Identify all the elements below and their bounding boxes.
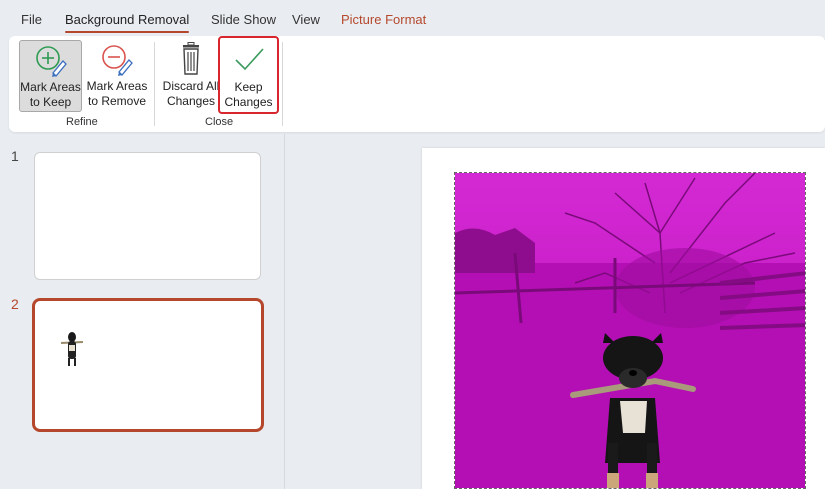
tab-slide-show[interactable]: Slide Show	[211, 12, 276, 27]
mark-keep-label-1: Mark Areas	[20, 80, 81, 94]
mark-areas-to-remove-button[interactable]: Mark Areas to Remove	[85, 40, 149, 112]
group-separator-end	[282, 42, 283, 126]
dog-photo-image	[455, 173, 805, 488]
slide-number-1: 1	[11, 148, 19, 164]
selected-picture[interactable]	[454, 172, 806, 489]
mark-remove-icon	[102, 45, 133, 76]
mark-keep-icon	[35, 46, 67, 77]
keep-label-2: Changes	[224, 95, 273, 109]
slide-thumbnail-1[interactable]	[34, 152, 261, 280]
discard-all-changes-button[interactable]: Discard All Changes	[161, 40, 221, 112]
trash-icon	[183, 42, 199, 75]
tab-view[interactable]: View	[292, 12, 320, 27]
checkmark-icon	[234, 48, 264, 71]
dog-thumbnail-image	[61, 332, 83, 366]
mark-keep-label-2: to Keep	[29, 95, 72, 109]
discard-label-1: Discard All	[162, 79, 220, 93]
mark-remove-label-2: to Remove	[87, 94, 147, 108]
keep-changes-button[interactable]: Keep Changes	[218, 36, 279, 114]
keep-label-1: Keep	[234, 80, 263, 94]
tab-background-removal[interactable]: Background Removal	[65, 12, 190, 33]
tab-picture-format[interactable]: Picture Format	[341, 12, 426, 27]
ribbon: Mark Areas to Keep Mark Areas to Remove …	[9, 36, 825, 132]
group-label-close: Close	[205, 116, 234, 128]
slide-thumbnail-2[interactable]	[32, 298, 264, 432]
tab-file[interactable]: File	[21, 12, 42, 27]
group-separator	[154, 42, 155, 126]
pane-divider	[284, 134, 285, 489]
slide-thumbnail-pane: 1 2	[0, 134, 284, 489]
slide-number-2: 2	[11, 296, 19, 312]
mark-areas-to-keep-button[interactable]: Mark Areas to Keep	[19, 40, 82, 112]
group-label-refine: Refine	[66, 116, 98, 128]
mark-remove-label-1: Mark Areas	[86, 79, 148, 93]
ribbon-tabs: File Background Removal Slide Show View …	[0, 0, 825, 36]
discard-label-2: Changes	[166, 94, 216, 108]
